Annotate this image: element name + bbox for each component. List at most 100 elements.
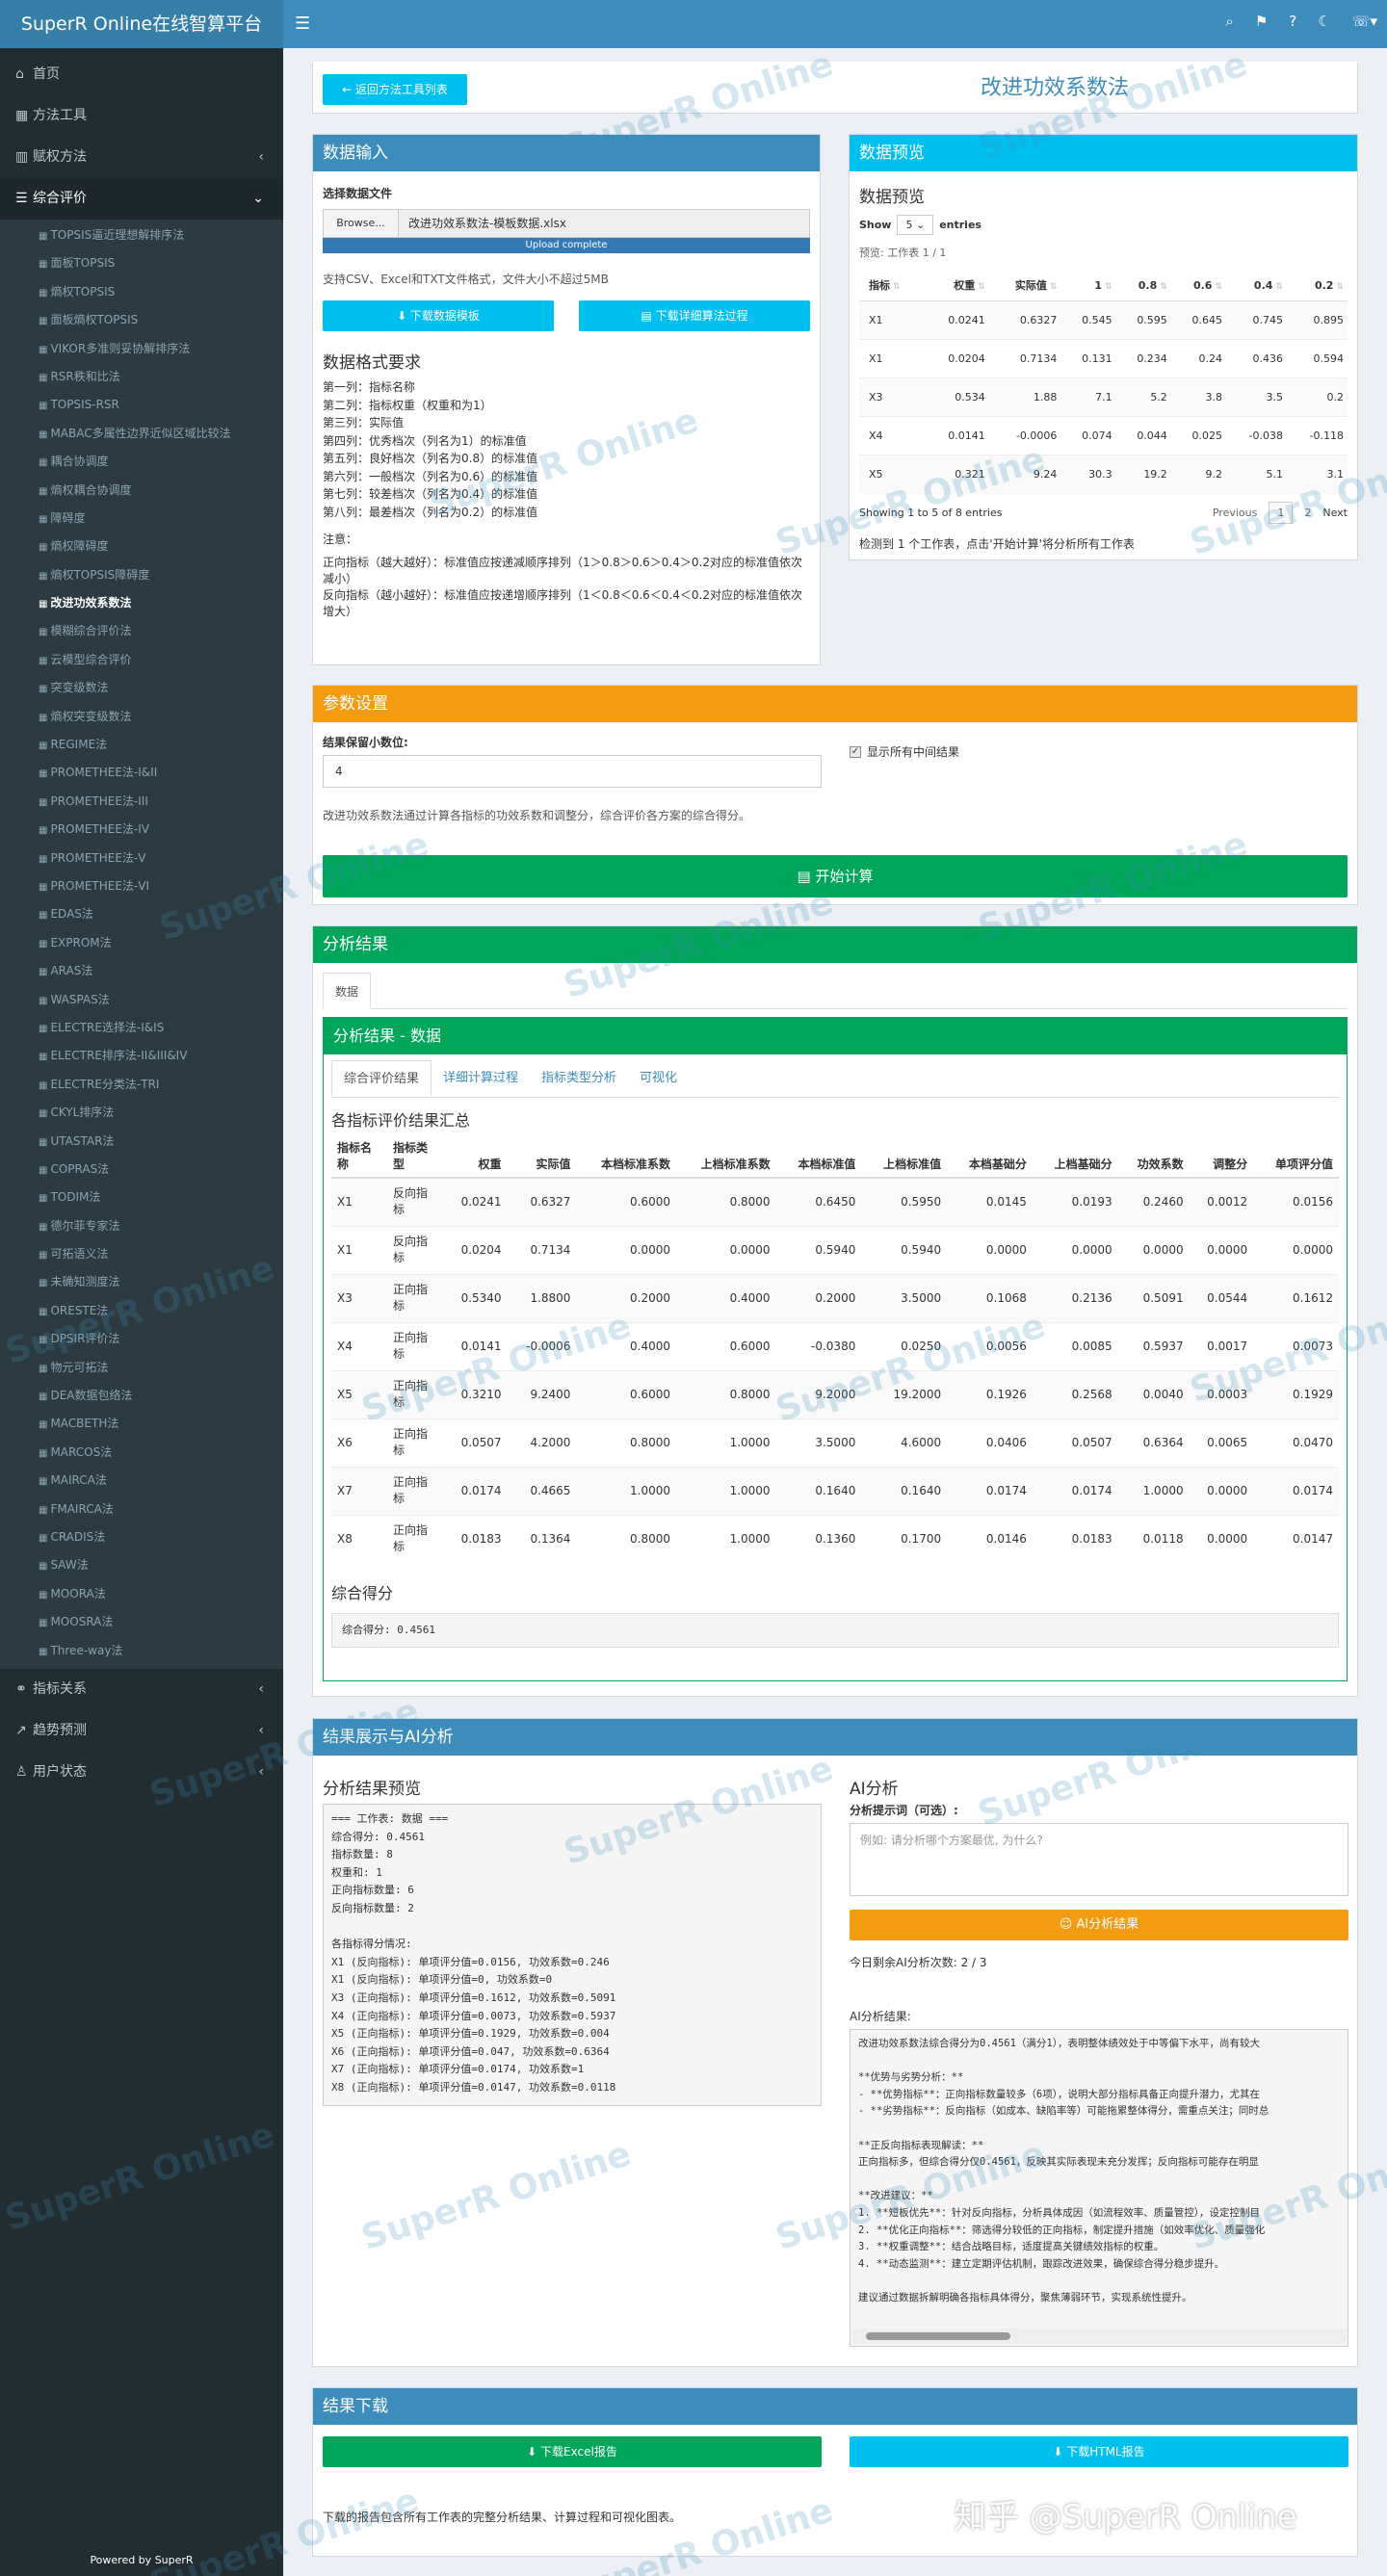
sidebar-subitem[interactable]: ▦ ELECTRE排序法-II&III&IV [0, 1042, 283, 1070]
sidebar-item-trend[interactable]: ↗ 趋势预测 ‹ [0, 1710, 283, 1752]
tab-data[interactable]: 数据 [323, 973, 372, 1009]
decimals-input[interactable]: 4 [323, 755, 822, 788]
column-header[interactable]: 实际值 ⇅ [988, 270, 1061, 301]
sidebar-subitem[interactable]: ▦ DEA数据包络法 [0, 1382, 283, 1410]
column-header[interactable]: 0.6 ⇅ [1170, 270, 1227, 301]
flag-icon[interactable]: ⚑ [1255, 13, 1268, 30]
prompt-input[interactable]: 例如: 请分析哪个方案最优, 为什么? [850, 1823, 1348, 1896]
sidebar-subitem[interactable]: ▦ SAW法 [0, 1551, 283, 1579]
column-header[interactable]: 1 ⇅ [1060, 270, 1116, 301]
sidebar-subitem[interactable]: ▦ TODIM法 [0, 1184, 283, 1211]
sidebar-item-chart[interactable]: ▥ 赋权方法 ‹ [0, 137, 283, 178]
sidebar-subitem[interactable]: ▦ 熵权障碍度 [0, 533, 283, 560]
page-2-button[interactable]: 2 [1304, 507, 1311, 519]
sidebar-subitem[interactable]: ▦ PROMETHEE法-V [0, 845, 283, 872]
sidebar-subitem[interactable]: ▦ 突变级数法 [0, 674, 283, 702]
sidebar-subitem[interactable]: ▦ 熵权耦合协调度 [0, 477, 283, 505]
sidebar-subitem[interactable]: ▦ MABAC多属性边界近似区域比较法 [0, 420, 283, 448]
table-row: X1 0.0241 0.6327 0.545 0.595 0.645 0.745 0.895 [859, 300, 1348, 340]
sidebar-item-link[interactable]: ⚭ 指标关系 ‹ [0, 1669, 283, 1710]
sidebar-subitem[interactable]: ▦ ORESTE法 [0, 1297, 283, 1325]
scrollbar-thumb[interactable] [866, 2332, 1010, 2340]
sidebar-subitem[interactable]: ▦ 物元可拓法 [0, 1354, 283, 1382]
file-input[interactable]: Browse... 改进功效系数法-模板数据.xlsx [323, 209, 810, 238]
page-1-button[interactable]: 1 [1269, 501, 1294, 524]
sidebar-subitem[interactable]: ▦ FMAIRCA法 [0, 1496, 283, 1523]
sidebar-subitem[interactable]: ▦ ELECTRE分类法-TRI [0, 1071, 283, 1099]
sidebar-subitem[interactable]: ▦ Three-way法 [0, 1637, 283, 1665]
sidebar-subitem[interactable]: ▦ DPSIR评价法 [0, 1325, 283, 1353]
sidebar-subitem[interactable]: ▦ 耦合协调度 [0, 448, 283, 476]
download-template-button[interactable]: ⬇ 下载数据模板 [323, 300, 554, 331]
sidebar-subitem[interactable]: ▦ 云模型综合评价 [0, 646, 283, 674]
back-button[interactable]: ← 返回方法工具列表 [323, 74, 467, 105]
sidebar-subitem[interactable]: ▦ MOOSRA法 [0, 1608, 283, 1636]
prev-page-button[interactable]: Previous [1213, 507, 1258, 519]
sidebar-subitem[interactable]: ▦ CKYL排序法 [0, 1099, 283, 1127]
sidebar-subitem[interactable]: ▦ 熵权TOPSIS [0, 278, 283, 306]
sidebar-subitem[interactable]: ▦ EXPROM法 [0, 929, 283, 957]
entries-select[interactable]: 5 ⌄ [897, 215, 934, 235]
sidebar-subitem[interactable]: ▦ 熵权TOPSIS障碍度 [0, 561, 283, 589]
sidebar-subitem[interactable]: ▦ 障碍度 [0, 505, 283, 533]
column-header[interactable]: 0.2 ⇅ [1286, 270, 1348, 301]
search-icon[interactable]: ⌕ [1225, 13, 1233, 30]
question-icon[interactable]: ? [1289, 13, 1296, 30]
download-html-button[interactable]: ⬇ 下载HTML报告 [850, 2436, 1348, 2467]
tab-1[interactable]: 详细计算过程 [432, 1060, 530, 1097]
sidebar-subitem[interactable]: ▦ EDAS法 [0, 900, 283, 928]
start-calculation-button[interactable]: ▤ 开始计算 [323, 855, 1348, 898]
app-logo[interactable]: SuperR Online在线智算平台 [0, 0, 283, 48]
next-page-button[interactable]: Next [1322, 507, 1348, 519]
column-header[interactable]: 0.8 ⇅ [1115, 270, 1171, 301]
sidebar-item-evaluation[interactable]: ☰ 综合评价 ⌄ [0, 178, 283, 220]
sidebar-subitem[interactable]: ▦ 模糊综合评价法 [0, 617, 283, 645]
sidebar-subitem[interactable]: ▦ 面板熵权TOPSIS [0, 306, 283, 334]
sidebar-subitem[interactable]: ▦ ELECTRE选择法-I&IS [0, 1014, 283, 1042]
sidebar-subitem[interactable]: ▦ 改进功效系数法 [0, 589, 283, 617]
sidebar-subitem[interactable]: ▦ UTASTAR法 [0, 1128, 283, 1156]
sidebar-subitem[interactable]: ▦ PROMETHEE法-VI [0, 872, 283, 900]
sidebar-subitem[interactable]: ▦ COPRAS法 [0, 1156, 283, 1184]
table-cell: 0.0000 [576, 1225, 677, 1274]
sidebar-item-home[interactable]: ⌂ 首页 [0, 54, 283, 95]
sidebar-subitem[interactable]: ▦ WASPAS法 [0, 986, 283, 1014]
sidebar-subitem[interactable]: ▦ PROMETHEE法-I&II [0, 759, 283, 787]
sidebar-subitem[interactable]: ▦ MAIRCA法 [0, 1467, 283, 1495]
tab-0[interactable]: 综合评价结果 [331, 1060, 432, 1097]
browse-button[interactable]: Browse... [324, 210, 399, 237]
ai-analyze-button[interactable]: ☺ AI分析结果 [850, 1910, 1348, 1940]
download-excel-button[interactable]: ⬇ 下载Excel报告 [323, 2436, 822, 2467]
horizontal-scrollbar[interactable] [852, 2329, 1346, 2344]
column-header[interactable]: 权重 ⇅ [924, 270, 989, 301]
sidebar-subitem[interactable]: ▦ 面板TOPSIS [0, 249, 283, 277]
sidebar-subitem[interactable]: ▦ TOPSIS逼近理想解排序法 [0, 221, 283, 249]
sidebar-subitem[interactable]: ▦ MARCOS法 [0, 1439, 283, 1467]
sidebar-subitem[interactable]: ▦ 德尔菲专家法 [0, 1212, 283, 1240]
column-header[interactable]: 指标 ⇅ [859, 270, 925, 301]
tab-3[interactable]: 可视化 [628, 1060, 689, 1097]
sidebar-subitem[interactable]: ▦ RSR秩和比法 [0, 363, 283, 391]
sidebar-subitem[interactable]: ▦ PROMETHEE法-IV [0, 816, 283, 844]
sidebar-item-user[interactable]: ♙ 用户状态 ‹ [0, 1752, 283, 1793]
sidebar-subitem[interactable]: ▦ ARAS法 [0, 957, 283, 985]
column-header[interactable]: 0.4 ⇅ [1226, 270, 1287, 301]
sidebar-subitem[interactable]: ▦ REGIME法 [0, 731, 283, 759]
sidebar-subitem[interactable]: ▦ TOPSIS-RSR [0, 391, 283, 419]
sidebar-subitem[interactable]: ▦ PROMETHEE法-III [0, 788, 283, 816]
download-algorithm-button[interactable]: ▤ 下载详细算法过程 [579, 300, 810, 331]
sidebar-subitem[interactable]: ▦ CRADIS法 [0, 1523, 283, 1551]
sidebar-item-table[interactable]: ▦ 方法工具 [0, 95, 283, 137]
sidebar-subitem[interactable]: ▦ VIKOR多准则妥协解排序法 [0, 335, 283, 363]
sidebar-toggle-icon[interactable]: ☰ [295, 13, 310, 34]
sidebar-subitem[interactable]: ▦ MACBETH法 [0, 1410, 283, 1438]
chat-icon[interactable]: ☏▾ [1352, 13, 1377, 30]
moon-icon[interactable]: ☾ [1318, 13, 1330, 30]
format-line: 第五列：良好档次（列名为0.8）的标准值 [323, 452, 538, 465]
tab-2[interactable]: 指标类型分析 [530, 1060, 628, 1097]
sidebar-subitem[interactable]: ▦ 可拓语义法 [0, 1240, 283, 1268]
intermediate-checkbox[interactable]: ✓ [850, 745, 861, 758]
sidebar-subitem[interactable]: ▦ 未确知测度法 [0, 1268, 283, 1296]
sidebar-subitem[interactable]: ▦ 熵权突变级数法 [0, 703, 283, 731]
sidebar-subitem[interactable]: ▦ MOORA法 [0, 1580, 283, 1608]
